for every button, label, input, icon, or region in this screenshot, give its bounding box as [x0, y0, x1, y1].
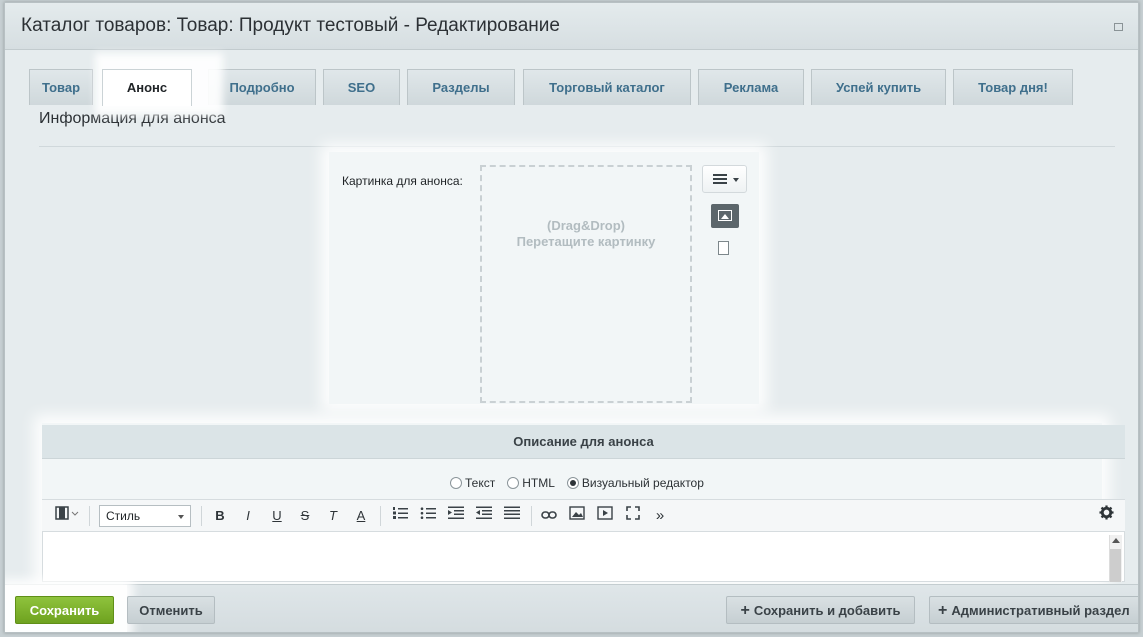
underline-button[interactable]: U	[267, 505, 287, 527]
mode-visual-radio[interactable]: Визуальный редактор	[566, 476, 704, 490]
tab-trade-catalog[interactable]: Торговый каталог	[523, 69, 691, 105]
save-button[interactable]: Сохранить	[15, 596, 114, 624]
radio-icon	[450, 477, 462, 489]
scroll-up-icon[interactable]	[1112, 538, 1120, 543]
bold-button[interactable]: B	[210, 505, 230, 527]
dropzone-hint-text: Перетащите картинку	[516, 234, 656, 249]
maximize-icon[interactable]	[1114, 23, 1123, 31]
save-and-add-button[interactable]: + Сохранить и добавить	[726, 596, 915, 624]
insert-video-icon[interactable]	[594, 505, 616, 527]
toolbar-separator	[531, 506, 532, 526]
align-svg	[504, 506, 520, 519]
italic-button[interactable]: I	[238, 505, 258, 527]
insert-image-svg	[569, 506, 585, 520]
tab-product-of-day[interactable]: Товар дня!	[953, 69, 1073, 105]
edit-window: Каталог товаров: Товар: Продукт тестовый…	[4, 2, 1139, 633]
toolbar-separator	[201, 506, 202, 526]
admin-section-button[interactable]: + Административный раздел	[929, 596, 1138, 624]
mode-text-label: Текст	[465, 476, 496, 490]
film-icon-svg	[55, 506, 79, 520]
mode-text-radio[interactable]: Текст	[450, 476, 495, 490]
cancel-button[interactable]: Отменить	[127, 596, 215, 624]
menu-icon	[713, 174, 727, 184]
settings-gear-icon[interactable]	[1095, 505, 1117, 527]
insert-image-icon[interactable]	[566, 505, 588, 527]
image-field-label: Картинка для анонса:	[342, 174, 463, 188]
toolbar-separator	[89, 506, 90, 526]
link-icon[interactable]	[538, 505, 560, 527]
insert-video-svg	[597, 506, 613, 520]
strike-button[interactable]: S	[295, 505, 315, 527]
toolbar-separator	[380, 506, 381, 526]
tab-bar: Товар Анонс Подробно SEO Разделы Торговы…	[15, 69, 1135, 106]
bullet-list-icon[interactable]	[417, 505, 439, 527]
film-icon[interactable]	[52, 505, 82, 527]
mode-html-radio[interactable]: HTML	[507, 476, 555, 490]
radio-icon	[507, 477, 520, 489]
align-icon[interactable]	[501, 505, 523, 527]
image-preview-button[interactable]	[711, 204, 739, 228]
indent-icon[interactable]	[445, 505, 467, 527]
divider	[39, 146, 1115, 147]
admin-section-label: Административный раздел	[951, 603, 1130, 618]
mode-html-label: HTML	[522, 476, 555, 490]
image-icon	[718, 210, 732, 221]
fullscreen-icon[interactable]	[622, 505, 644, 527]
image-dropzone[interactable]: (Drag&Drop) Перетащите картинку	[480, 165, 692, 403]
mode-visual-label: Визуальный редактор	[581, 476, 704, 490]
bullet-list-svg	[420, 507, 436, 519]
scroll-thumb[interactable]	[1110, 549, 1121, 582]
more-tools-button[interactable]: »	[652, 505, 668, 527]
outdent-svg	[476, 506, 492, 519]
gear-svg	[1098, 505, 1114, 520]
outdent-icon[interactable]	[473, 505, 495, 527]
fullscreen-svg	[626, 506, 640, 520]
tab-seo[interactable]: SEO	[323, 69, 400, 105]
visual-editor-area[interactable]	[42, 532, 1125, 582]
title-bar: Каталог товаров: Товар: Продукт тестовый…	[5, 3, 1138, 50]
tab-sections[interactable]: Разделы	[407, 69, 515, 105]
plus-icon: +	[938, 602, 948, 619]
dropzone-hint-dragdrop: (Drag&Drop)	[547, 218, 625, 233]
plus-icon: +	[740, 602, 750, 619]
tab-content: Информация для анонса Картинка для анонс…	[25, 105, 1125, 582]
link-svg	[541, 511, 557, 519]
caret-down-icon	[733, 178, 739, 182]
footer-bar: Сохранить Отменить + Сохранить и добавить…	[5, 584, 1138, 632]
tab-details[interactable]: Подробно	[208, 69, 316, 105]
tab-advertising[interactable]: Реклама	[698, 69, 804, 105]
ordered-list-icon[interactable]	[389, 505, 411, 527]
tab-product[interactable]: Товар	[29, 69, 93, 105]
image-menu-button[interactable]	[702, 165, 747, 193]
font-color-button[interactable]: A	[351, 505, 371, 527]
ordered-list-svg	[393, 507, 408, 519]
description-header: Описание для анонса	[42, 425, 1125, 459]
indent-svg	[448, 506, 464, 519]
tab-hurry-buy[interactable]: Успей купить	[811, 69, 946, 105]
save-and-add-label: Сохранить и добавить	[753, 603, 901, 618]
editor-toolbar: Стиль B I U S T A »	[42, 499, 1125, 532]
editor-mode-group: Текст HTML Визуальный редактор	[450, 476, 716, 490]
radio-checked-icon	[566, 477, 579, 489]
style-select[interactable]: Стиль	[99, 505, 191, 527]
clear-format-button[interactable]: T	[323, 505, 343, 527]
tab-announce[interactable]: Анонс	[102, 69, 192, 106]
file-icon[interactable]	[718, 241, 729, 255]
window-title: Каталог товаров: Товар: Продукт тестовый…	[21, 15, 560, 36]
